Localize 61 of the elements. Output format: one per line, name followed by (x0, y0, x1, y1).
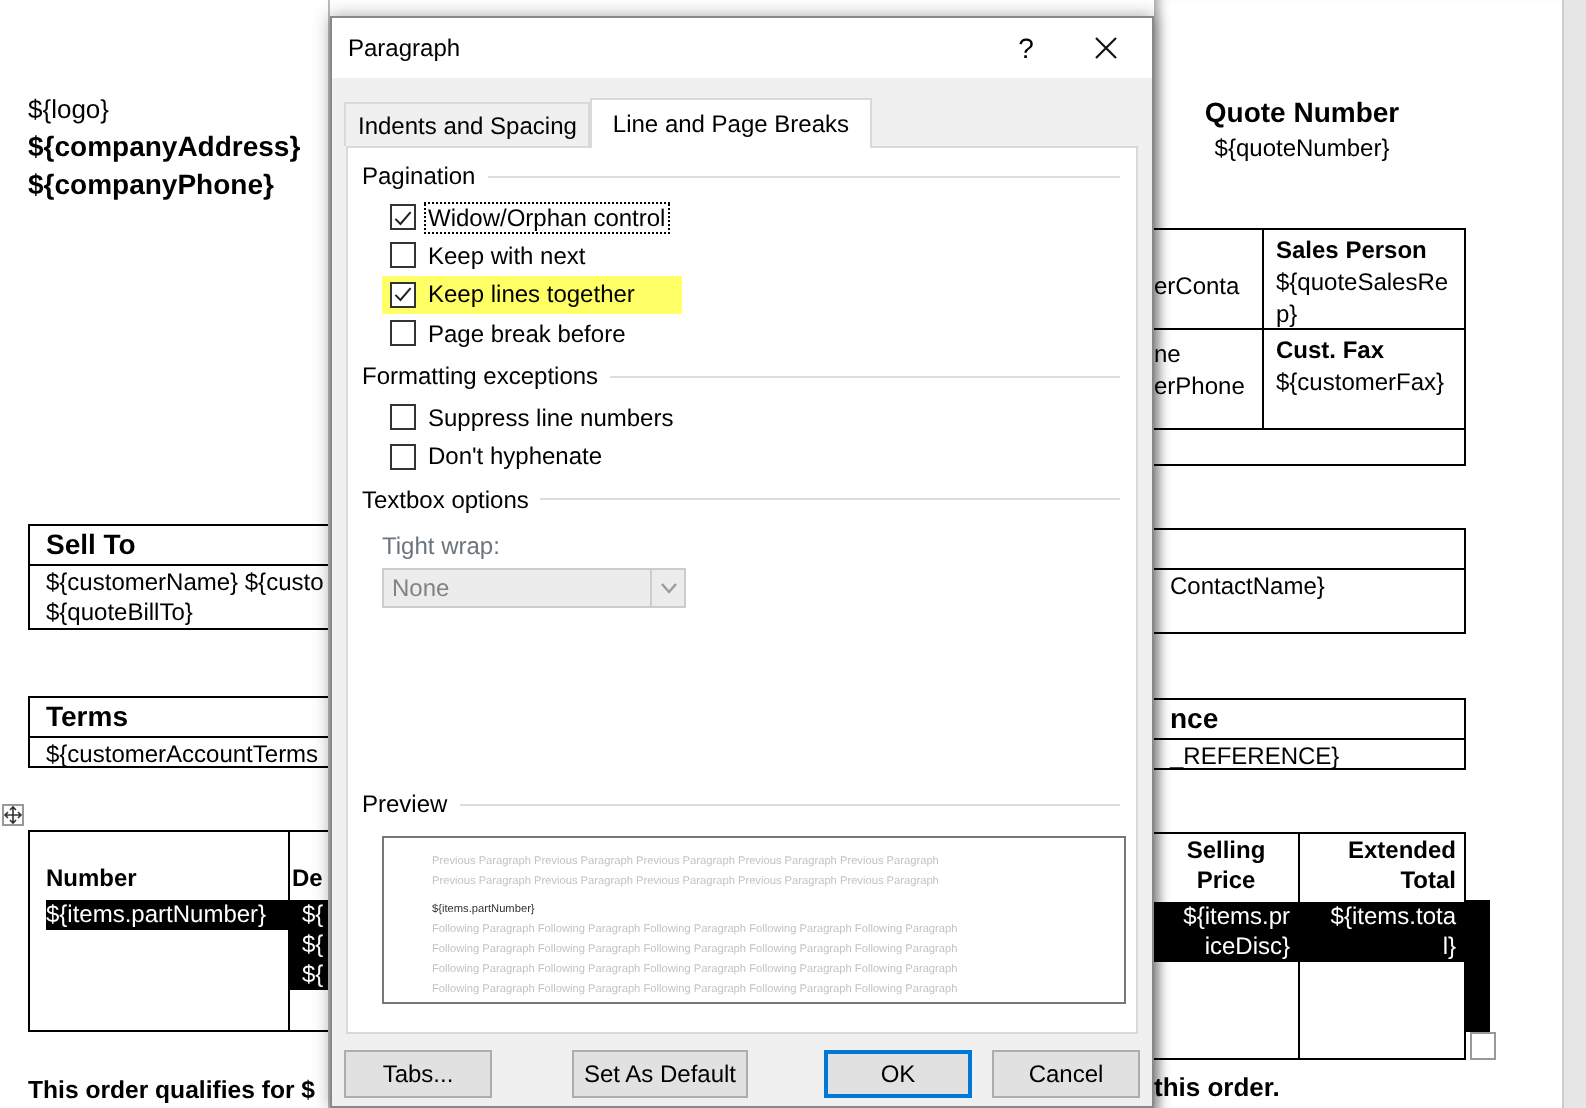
field-label: Tight wrap: (382, 531, 502, 560)
tab[interactable]: Line and Page Breaks (590, 98, 872, 148)
company-text: ${companyAddress} (28, 128, 303, 166)
group-title: Formatting exceptions (362, 360, 599, 393)
table-cell-text: ContactName} (1170, 572, 1327, 602)
table-header: Terms (46, 700, 128, 732)
table-cell-text: ${ (290, 930, 328, 960)
table-header: Sales Person (1276, 234, 1429, 266)
column-header: De (292, 864, 325, 894)
checkbox[interactable] (390, 281, 416, 308)
table-cell-text: ${quoteBillTo} (46, 598, 195, 628)
table-header: Sell To (46, 528, 136, 560)
checkbox-label[interactable]: Keep lines together (424, 278, 639, 311)
table-cell-text: iceDisc} (1154, 932, 1298, 962)
table-cell-text: ${customerFax} (1276, 366, 1447, 398)
resize-handle[interactable] (1470, 1032, 1496, 1060)
checkbox-label[interactable]: Keep with next (424, 239, 590, 272)
body-text: This order qualifies for $ (28, 1076, 317, 1106)
table-cell-text: ${ (290, 960, 328, 990)
table-cell-text: ${items.tota (1300, 902, 1464, 932)
table-cell-text: ${items.partNumber} (46, 900, 288, 930)
table-cell-text: p} (1276, 298, 1300, 330)
column-header: Number (46, 864, 139, 894)
help-button[interactable]: ? (992, 18, 1060, 78)
table-cell-text: ne (1154, 338, 1183, 370)
checkbox[interactable] (390, 404, 416, 431)
close-icon (1094, 36, 1118, 60)
checkbox-label[interactable]: Don't hyphenate (424, 440, 607, 473)
quote-title: Quote Number (1202, 94, 1402, 132)
table-cell-text: erConta (1154, 270, 1242, 302)
table-header: Cust. Fax (1276, 334, 1387, 366)
company-text: ${logo} (28, 92, 111, 128)
checkbox-label[interactable]: Suppress line numbers (424, 401, 678, 434)
caret-icon (659, 581, 677, 594)
quote-number: ${quoteNumber} (1212, 132, 1392, 164)
window-title: Paragraph (348, 32, 463, 66)
table-cell-text: l} (1300, 932, 1464, 962)
company-text: ${companyPhone} (28, 166, 276, 204)
dialog-button[interactable]: Tabs... (344, 1050, 492, 1098)
table-cell-text: erPhone (1154, 370, 1247, 402)
group-title: Pagination (362, 160, 476, 192)
table-header: nce (1170, 702, 1219, 734)
table-cell-text: ${items.pr (1154, 902, 1298, 932)
checkbox-label[interactable]: Widow/Orphan control (424, 201, 670, 234)
group-title: Preview (362, 788, 448, 820)
table-cell-text: ${quoteSalesRe (1276, 266, 1451, 298)
dialog-button[interactable]: Cancel (992, 1050, 1140, 1098)
dialog-button[interactable]: Set As Default (572, 1050, 748, 1098)
tab[interactable]: Indents and Spacing (344, 102, 591, 146)
body-text: this order. (1154, 1072, 1282, 1102)
checkbox[interactable] (390, 204, 416, 231)
column-header: Extended Total (1345, 836, 1456, 896)
table-cell-text: ${customerName} ${custo (46, 568, 326, 598)
column-header: Selling Price (1184, 836, 1268, 896)
checkbox[interactable] (390, 320, 416, 347)
group-title: Textbox options (362, 483, 529, 516)
checkbox-label[interactable]: Page break before (424, 317, 630, 350)
table-cell-text: ${ (290, 900, 328, 930)
checkbox[interactable] (390, 443, 416, 470)
checkbox[interactable] (390, 242, 416, 269)
dialog-button[interactable]: OK (824, 1050, 972, 1098)
